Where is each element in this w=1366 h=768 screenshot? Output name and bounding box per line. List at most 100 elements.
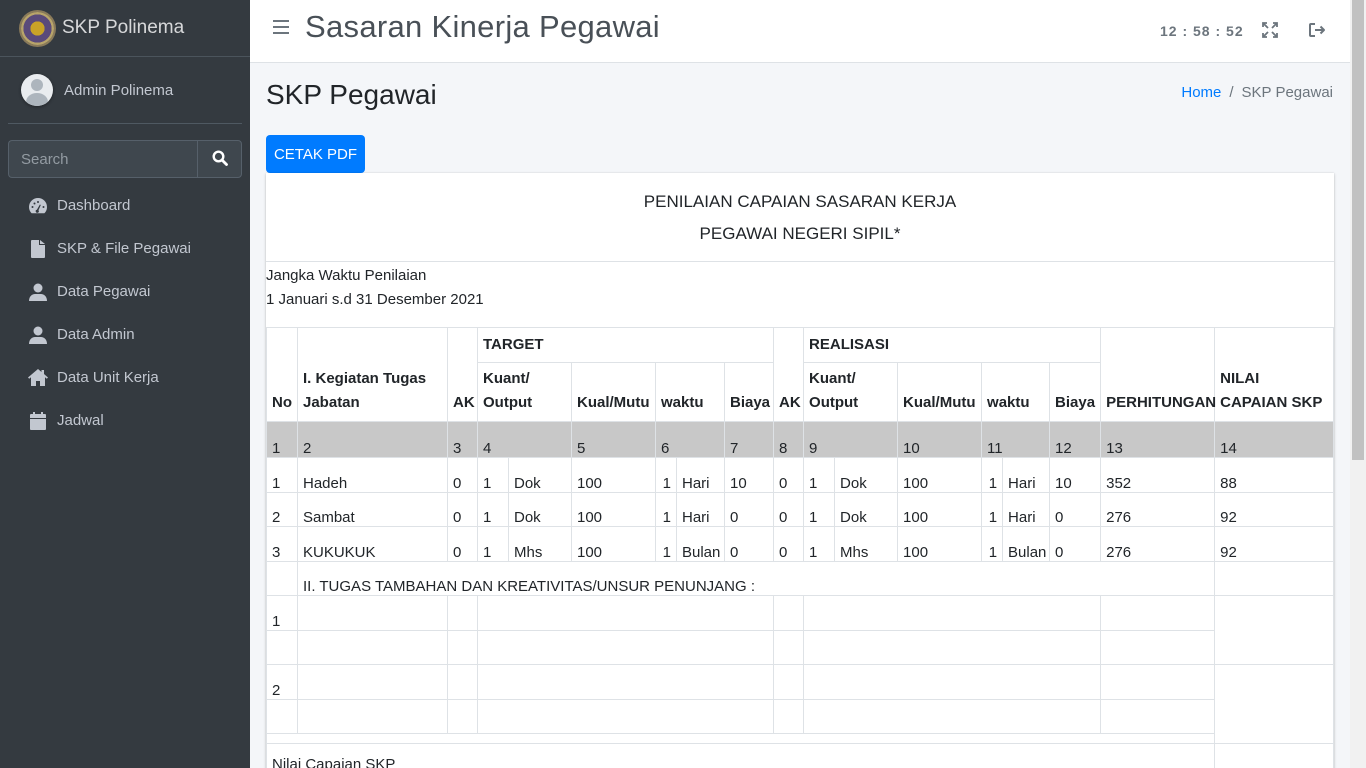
breadcrumb-current: SKP Pegawai xyxy=(1241,84,1333,101)
cell-kegiatan: KUKUKUK xyxy=(297,526,448,562)
section2-row: 1 xyxy=(266,595,1335,665)
cell-no: 3 xyxy=(266,526,298,562)
sidebar-item-label: SKP & File Pegawai xyxy=(57,240,191,257)
sidebar-item-skp-file[interactable]: SKP & File Pegawai xyxy=(0,227,250,270)
empty-cell xyxy=(265,733,1216,744)
clock: 12 : 58 : 52 xyxy=(1160,23,1244,39)
heading-line-1: PENILAIAN CAPAIAN SASARAN KERJA xyxy=(643,192,957,211)
empty-cell xyxy=(476,595,775,631)
cell-target-biaya: 10 xyxy=(723,457,775,493)
table-row: 1 Hadeh 0 1 Dok 100 1 Hari 10 0 1 Dok 10… xyxy=(266,457,1335,493)
empty-cell xyxy=(476,664,775,700)
cell-realisasi-kuant: 1 xyxy=(803,457,836,493)
header-realisasi-kuant: Kuant/ Output xyxy=(803,362,899,422)
cell-realisasi-ak: 0 xyxy=(773,491,805,527)
cell-ak: 0 xyxy=(447,491,478,527)
top-navbar: Sasaran Kinerja Pegawai 12 : 58 : 52 xyxy=(250,0,1350,63)
col-number: 14 xyxy=(1214,421,1335,458)
sidebar-item-dashboard[interactable]: Dashboard xyxy=(0,184,250,227)
empty-cell xyxy=(447,629,478,665)
search-icon xyxy=(211,149,228,169)
cell-target-kual: 100 xyxy=(571,457,656,493)
col-number: 11 xyxy=(981,421,1051,458)
page-title: SKP Pegawai xyxy=(266,79,437,110)
logout-icon[interactable] xyxy=(1308,22,1326,40)
cell-realisasi-kual: 100 xyxy=(897,491,983,527)
cell-target-unit: Dok xyxy=(508,457,572,493)
header-ak: AK xyxy=(447,327,478,422)
cell-target-unit: Mhs xyxy=(508,526,572,562)
sidebar-item-label: Data Unit Kerja xyxy=(57,369,159,386)
cell-target-waktu-unit: Bulan xyxy=(676,526,725,562)
home-icon xyxy=(28,368,48,388)
cell-realisasi-waktu-unit: Bulan xyxy=(1002,526,1051,562)
header-realisasi: REALISASI xyxy=(803,327,1102,363)
nilai-capaian-label: Nilai Capaian SKP xyxy=(265,743,1216,768)
empty-cell xyxy=(1100,629,1216,665)
section2-title-row: II. TUGAS TAMBAHAN DAN KREATIVITAS/UNSUR… xyxy=(266,560,1335,596)
scroll-thumb[interactable] xyxy=(1352,0,1364,460)
empty-cell xyxy=(1100,664,1216,700)
sidebar-item-label: Data Admin xyxy=(57,326,135,343)
scrollbar[interactable] xyxy=(1350,0,1366,768)
empty-cell xyxy=(476,629,775,665)
empty-cell xyxy=(1214,595,1335,665)
cell-no: 2 xyxy=(266,491,298,527)
header-realisasi-kual: Kual/Mutu xyxy=(897,362,983,422)
cell-target-waktu: 1 xyxy=(655,491,677,527)
cell-perhitungan: 276 xyxy=(1100,491,1216,527)
sidebar-item-jadwal[interactable]: Jadwal xyxy=(0,399,250,442)
col-number: 3 xyxy=(447,421,478,458)
empty-cell xyxy=(803,698,1102,734)
empty-cell xyxy=(297,629,448,665)
col-number: 7 xyxy=(723,421,775,458)
cell-target-unit: Dok xyxy=(508,491,572,527)
table-row: 2 Sambat 0 1 Dok 100 1 Hari 0 0 1 Dok 10… xyxy=(266,491,1335,527)
cell-nilai: 88 xyxy=(1214,457,1335,493)
empty-cell xyxy=(773,664,805,700)
empty-cell xyxy=(447,664,478,700)
cell-target-kuant: 1 xyxy=(477,526,509,562)
section2-title: II. TUGAS TAMBAHAN DAN KREATIVITAS/UNSUR… xyxy=(297,560,1216,596)
search-button[interactable] xyxy=(197,140,242,178)
sidebar-item-data-admin[interactable]: Data Admin xyxy=(0,313,250,356)
empty-cell xyxy=(266,698,298,734)
empty-cell xyxy=(1214,560,1335,596)
cell-realisasi-unit: Dok xyxy=(834,457,899,493)
sidebar: SKP Polinema Admin Polinema Dashboard SK… xyxy=(0,0,250,768)
heading-line-2: PEGAWAI NEGERI SIPIL* xyxy=(699,224,901,243)
column-number-row: 1 2 3 4 5 6 7 8 9 10 11 12 13 14 xyxy=(266,421,1335,458)
section2-no: 1 xyxy=(266,595,298,631)
skp-document-card: PENILAIAN CAPAIAN SASARAN KERJA PEGAWAI … xyxy=(265,173,1335,768)
empty-cell xyxy=(803,664,1102,700)
header-realisasi-biaya: Biaya xyxy=(1049,362,1102,422)
empty-cell xyxy=(447,698,478,734)
cell-realisasi-unit: Dok xyxy=(834,491,899,527)
col-number: 12 xyxy=(1049,421,1102,458)
sidebar-item-data-pegawai[interactable]: Data Pegawai xyxy=(0,270,250,313)
empty-cell xyxy=(476,698,775,734)
file-icon xyxy=(28,239,48,259)
nilai-capaian-row: Nilai Capaian SKP xyxy=(265,743,1335,768)
header-nilai-capaian: NILAI CAPAIAN SKP xyxy=(1214,327,1335,422)
search-input[interactable] xyxy=(8,140,197,178)
user-panel[interactable]: Admin Polinema xyxy=(8,57,242,124)
brand-link[interactable]: SKP Polinema xyxy=(0,0,250,57)
breadcrumb-home-link[interactable]: Home xyxy=(1181,84,1221,101)
print-pdf-button[interactable]: CETAK PDF xyxy=(266,135,365,173)
cell-target-kuant: 1 xyxy=(477,491,509,527)
fullscreen-icon[interactable] xyxy=(1262,22,1280,40)
cell-target-kuant: 1 xyxy=(477,457,509,493)
header-target-waktu: waktu xyxy=(655,362,725,422)
header-target-kual: Kual/Mutu xyxy=(571,362,656,422)
col-number: 9 xyxy=(803,421,899,458)
sidebar-item-data-unit-kerja[interactable]: Data Unit Kerja xyxy=(0,356,250,399)
menu-toggle-icon[interactable] xyxy=(273,20,289,36)
col-number: 5 xyxy=(571,421,656,458)
header-realisasi-waktu: waktu xyxy=(981,362,1051,422)
assessment-period: Jangka Waktu Penilaian 1 Januari s.d 31 … xyxy=(266,262,1334,327)
user-name[interactable]: Admin Polinema xyxy=(64,82,173,99)
cell-realisasi-waktu: 1 xyxy=(981,526,1004,562)
breadcrumb-separator: / xyxy=(1229,84,1234,101)
cell-realisasi-kual: 100 xyxy=(897,526,983,562)
